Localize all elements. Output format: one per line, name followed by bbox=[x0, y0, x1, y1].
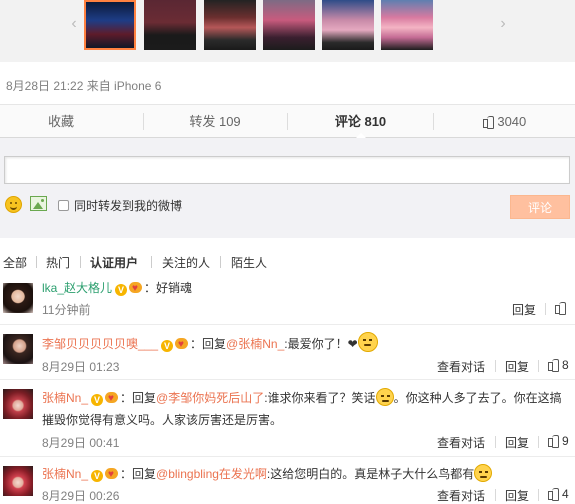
like-count: 4 bbox=[562, 487, 569, 501]
laughing-emoji-icon bbox=[375, 388, 394, 406]
comment-time: 8月29日 00:26 bbox=[42, 489, 120, 503]
divider bbox=[0, 324, 575, 325]
view-conversation-link[interactable]: 查看对话 bbox=[437, 487, 485, 504]
comment-text: 。你这种人多了去了。你在这搞 bbox=[393, 391, 562, 405]
image-thumbnail[interactable] bbox=[263, 0, 315, 50]
thumbs-up-icon bbox=[482, 116, 494, 129]
comment-username[interactable]: 张楠Nn_ bbox=[42, 391, 88, 405]
prev-arrow-icon[interactable]: ‹ bbox=[68, 14, 80, 34]
thumbs-up-icon bbox=[555, 302, 566, 315]
favorite-button[interactable]: 收藏 bbox=[0, 105, 122, 138]
divider bbox=[538, 489, 539, 501]
like-button[interactable] bbox=[555, 301, 566, 315]
divider bbox=[36, 256, 37, 268]
member-heart-icon bbox=[105, 390, 120, 408]
like-button[interactable]: 8 bbox=[548, 358, 569, 372]
emoji-icon[interactable] bbox=[5, 196, 22, 213]
member-heart-icon bbox=[175, 336, 190, 354]
divider bbox=[0, 456, 575, 457]
comment-filter-tabs: 全部 热门 认证用户 关注的人 陌生人 bbox=[0, 250, 575, 272]
member-heart-icon bbox=[105, 466, 120, 484]
avatar[interactable] bbox=[3, 466, 33, 496]
filter-hot[interactable]: 热门 bbox=[46, 254, 70, 271]
divider bbox=[0, 379, 575, 380]
reply-prefix: ：回复 bbox=[120, 391, 157, 405]
like-count: 8 bbox=[562, 358, 569, 372]
image-thumbnail[interactable] bbox=[84, 0, 136, 50]
comment-text: ：好销魂 bbox=[144, 281, 193, 295]
verified-badge-icon: V bbox=[91, 470, 104, 482]
divider bbox=[151, 256, 152, 268]
divider bbox=[495, 436, 496, 448]
comment-username[interactable]: 李邹贝贝贝贝贝噢___ bbox=[42, 337, 158, 351]
divider bbox=[80, 256, 81, 268]
image-thumbnail[interactable] bbox=[381, 0, 433, 50]
thinking-emoji-icon bbox=[357, 332, 378, 352]
member-heart-icon bbox=[129, 280, 144, 298]
image-icon[interactable] bbox=[30, 196, 47, 211]
comment-username[interactable]: 张楠Nn_ bbox=[42, 467, 88, 481]
laughing-emoji-icon bbox=[474, 464, 493, 482]
avatar[interactable] bbox=[3, 334, 33, 364]
divider bbox=[538, 436, 539, 448]
comment-text: :谁求你来看了？笑话 bbox=[264, 391, 376, 405]
view-conversation-link[interactable]: 查看对话 bbox=[437, 358, 485, 375]
image-thumbnail[interactable] bbox=[322, 0, 374, 50]
thumbs-up-icon bbox=[548, 435, 559, 448]
filter-verified[interactable]: 认证用户 bbox=[90, 254, 138, 271]
reply-button[interactable]: 回复 bbox=[505, 434, 529, 451]
repost-button[interactable]: 转发 109 bbox=[144, 105, 286, 138]
reply-prefix: ：回复 bbox=[120, 467, 157, 481]
reply-button[interactable]: 回复 bbox=[505, 487, 529, 504]
comment-text: 摧毁你觉得有意义吗。人家该厉害还是厉害。 bbox=[42, 413, 283, 427]
repost-checkbox[interactable] bbox=[58, 200, 69, 211]
mention-link[interactable]: @李邹你妈死后山了 bbox=[156, 391, 264, 405]
post-action-bar: 收藏 转发 109 评论 810 3040 bbox=[0, 104, 575, 139]
divider bbox=[538, 360, 539, 372]
thumbs-up-icon bbox=[548, 359, 559, 372]
reply-prefix: ：回复 bbox=[190, 337, 227, 351]
filter-following[interactable]: 关注的人 bbox=[162, 254, 210, 271]
verified-badge-icon: V bbox=[91, 394, 104, 406]
divider bbox=[545, 303, 546, 315]
comment-username[interactable]: lka_赵大格儿 bbox=[42, 281, 112, 295]
avatar[interactable] bbox=[3, 389, 33, 419]
comment-time: 11分钟前 bbox=[42, 303, 91, 317]
verified-badge-icon: V bbox=[115, 284, 128, 296]
reply-button[interactable]: 回复 bbox=[512, 301, 536, 318]
divider bbox=[220, 256, 221, 268]
comment-time: 8月29日 00:41 bbox=[42, 436, 120, 450]
image-thumbnail-strip: ‹ › bbox=[0, 0, 575, 62]
like-count: 9 bbox=[562, 434, 569, 448]
repost-option-label: 同时转发到我的微博 bbox=[74, 199, 183, 213]
mention-link[interactable]: @blingbling在发光啊 bbox=[156, 467, 267, 481]
mention-link[interactable]: @张楠Nn_ bbox=[226, 337, 284, 351]
filter-strangers[interactable]: 陌生人 bbox=[231, 254, 267, 271]
next-arrow-icon[interactable]: › bbox=[497, 14, 509, 34]
comment-time: 8月29日 01:23 bbox=[42, 360, 120, 374]
like-button[interactable]: 9 bbox=[548, 434, 569, 448]
comment-text: :这给您明白的。真是林子大什么鸟都有 bbox=[266, 467, 475, 481]
avatar[interactable] bbox=[3, 283, 33, 313]
verified-badge-icon: V bbox=[161, 340, 174, 352]
post-timestamp: 8月28日 21:22 来自 iPhone 6 bbox=[6, 79, 162, 93]
view-conversation-link[interactable]: 查看对话 bbox=[437, 434, 485, 451]
comment-input[interactable] bbox=[4, 156, 570, 184]
comment-composer: 同时转发到我的微博 评论 bbox=[0, 138, 575, 238]
submit-comment-button[interactable]: 评论 bbox=[510, 195, 570, 219]
filter-all[interactable]: 全部 bbox=[3, 254, 27, 271]
comment-tab[interactable]: 评论 810 bbox=[288, 105, 433, 139]
image-thumbnail[interactable] bbox=[204, 0, 256, 50]
comment-text: :最爱你了！❤ bbox=[284, 337, 358, 351]
like-button[interactable]: 3040 bbox=[434, 105, 575, 138]
image-thumbnail[interactable] bbox=[144, 0, 196, 50]
divider bbox=[495, 489, 496, 501]
divider bbox=[495, 360, 496, 372]
thumbs-up-icon bbox=[548, 488, 559, 501]
reply-button[interactable]: 回复 bbox=[505, 358, 529, 375]
like-button[interactable]: 4 bbox=[548, 487, 569, 501]
